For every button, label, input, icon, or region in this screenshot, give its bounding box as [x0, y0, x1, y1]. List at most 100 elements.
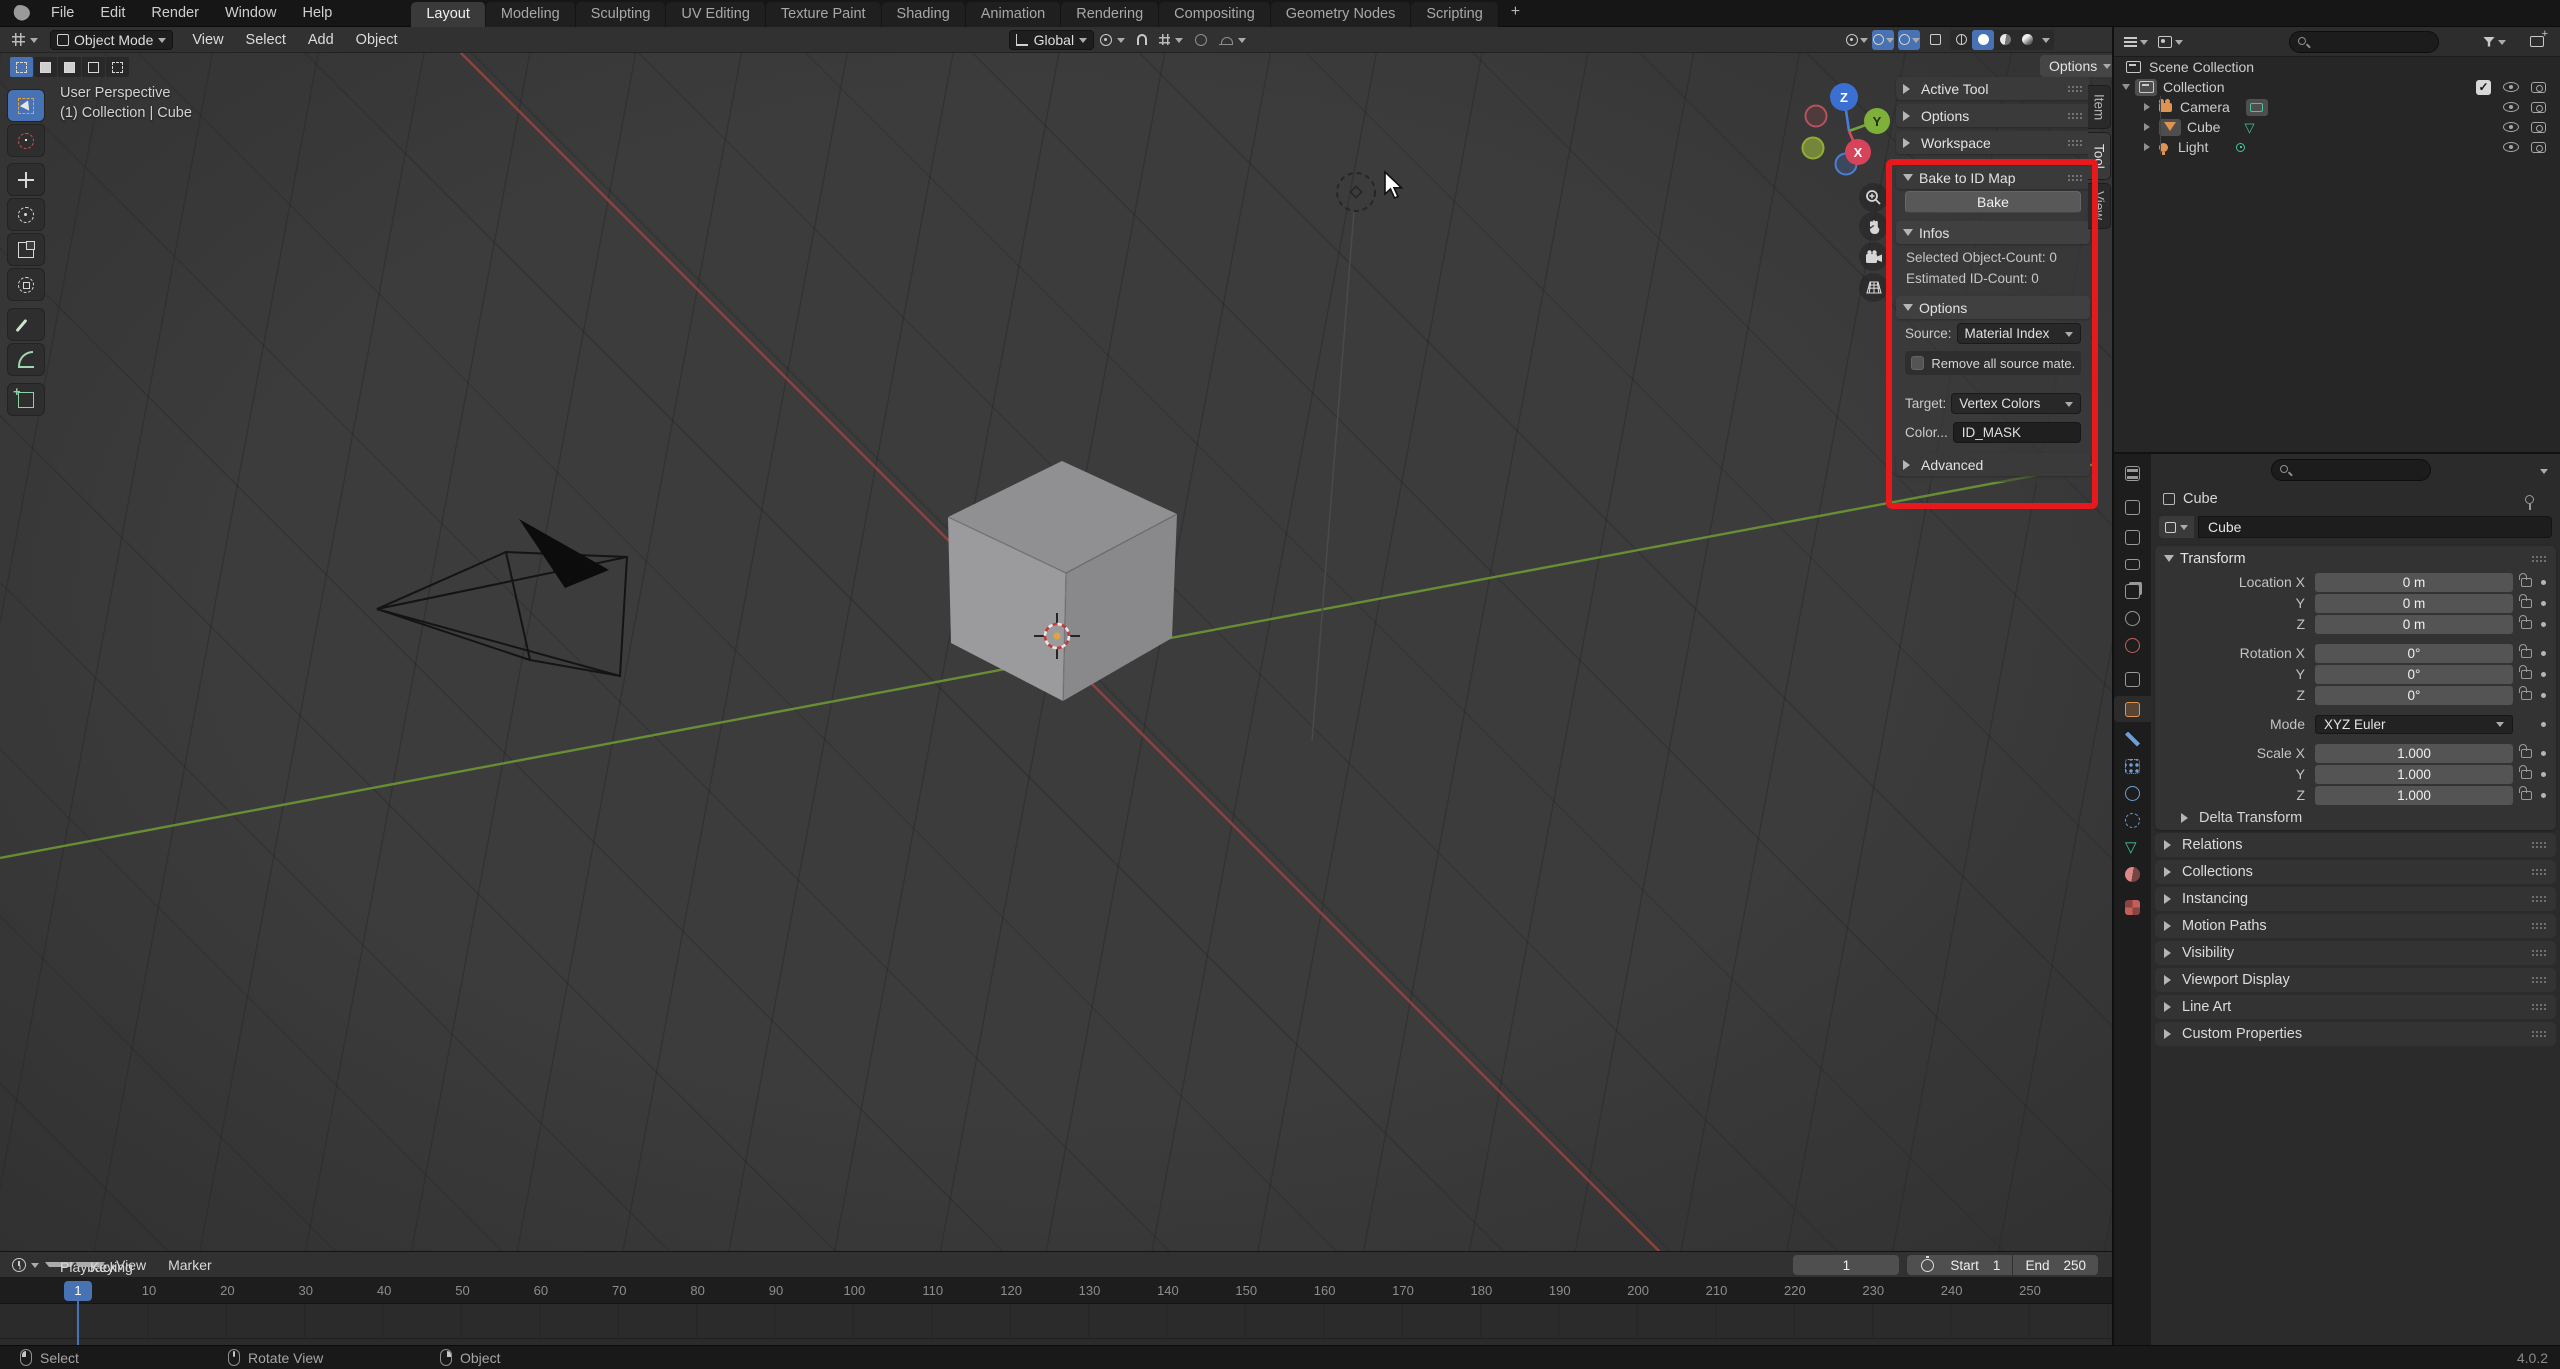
properties-collapsed-panel[interactable]: Instancing	[2155, 887, 2556, 911]
tab-world[interactable]	[2114, 632, 2151, 658]
advanced-subpanel-header[interactable]: Advanced	[1896, 453, 2090, 476]
camera-object[interactable]	[376, 519, 629, 678]
animate-dot[interactable]	[2541, 721, 2546, 727]
tab-tool[interactable]	[2114, 494, 2151, 520]
lock-icon[interactable]	[2519, 643, 2532, 658]
playhead-line[interactable]	[77, 1301, 79, 1346]
viewport-3d[interactable]: User Perspective (1) Collection | Cube O…	[0, 53, 2112, 1251]
pan-view-button[interactable]	[1859, 212, 1888, 241]
editor-type-button[interactable]	[6, 30, 44, 50]
expander-icon[interactable]	[2144, 103, 2154, 111]
animate-dot[interactable]	[2541, 621, 2546, 627]
collection-checkbox[interactable]: ✓	[2476, 79, 2491, 95]
viewport-options-button[interactable]: Options	[2040, 55, 2112, 77]
timeline-ruler[interactable]: 10 20 30 40 50 60 70 80 90 100 110 120 130 140 150 160 1…	[0, 1278, 2112, 1304]
render-visibility-icon[interactable]	[2531, 81, 2546, 93]
n-panel-tab-tool[interactable]: Tool	[2088, 132, 2111, 180]
properties-options-dropdown[interactable]	[2540, 469, 2548, 478]
lock-icon[interactable]	[2519, 664, 2532, 679]
topbar-menu-item[interactable]: Window	[212, 0, 290, 27]
properties-collapsed-panel[interactable]: Line Art	[2155, 995, 2556, 1019]
workspace-tab[interactable]: Scripting	[1411, 1, 1499, 27]
color-name-field[interactable]: ID_MASK	[1952, 422, 2081, 443]
workspace-tab[interactable]: Animation	[965, 1, 1062, 27]
delta-transform-header[interactable]: Delta Transform	[2155, 806, 2556, 830]
timeline-menu-item[interactable]: Keying	[75, 1259, 133, 1275]
properties-collapsed-panel[interactable]: Custom Properties	[2155, 1022, 2556, 1046]
eye-icon[interactable]	[2503, 122, 2519, 132]
workspace-tab[interactable]: Texture Paint	[765, 1, 882, 27]
target-dropdown[interactable]: Vertex Colors	[1951, 393, 2081, 414]
properties-collapsed-panel[interactable]: Relations	[2155, 833, 2556, 857]
camera-view-button[interactable]	[1859, 242, 1888, 271]
tab-view-layer[interactable]	[2114, 578, 2151, 604]
mode-select[interactable]: Object Mode	[50, 29, 174, 50]
animate-dot[interactable]	[2541, 750, 2546, 756]
value-field[interactable]: 1.000	[2315, 764, 2513, 784]
xray-toggle[interactable]	[1924, 30, 1946, 50]
options-subpanel-header[interactable]: Options	[1896, 296, 2090, 319]
animate-dot[interactable]	[2541, 600, 2546, 606]
tab-object[interactable]	[2114, 696, 2151, 722]
topbar-menu-item[interactable]: Render	[138, 0, 212, 27]
lock-icon[interactable]	[2519, 743, 2532, 758]
tool-measure[interactable]	[8, 344, 44, 375]
outliner-filter-button[interactable]	[2483, 35, 2506, 49]
grip-handle[interactable]	[2531, 976, 2547, 984]
tool-scale[interactable]	[8, 234, 44, 265]
grip-handle[interactable]	[2531, 554, 2547, 563]
gizmo-minus-y[interactable]	[1801, 136, 1825, 160]
value-field[interactable]: 0 m	[2315, 614, 2513, 634]
outliner-row-scene-collection[interactable]: Scene Collection	[2114, 57, 2560, 77]
grip-handle[interactable]	[2531, 1003, 2547, 1011]
select-mode-intersect[interactable]	[106, 57, 129, 77]
timeline-editor-type-button[interactable]	[6, 1255, 45, 1275]
viewport-menu-item[interactable]: Add	[297, 32, 345, 48]
outliner-row-light[interactable]: Light	[2114, 137, 2560, 157]
expander-icon[interactable]	[2122, 84, 2130, 94]
lock-icon[interactable]	[2519, 572, 2532, 587]
select-mode-extend[interactable]	[34, 57, 57, 77]
properties-collapsed-panel[interactable]: Collections	[2155, 860, 2556, 884]
outliner-display-mode[interactable]	[2124, 35, 2148, 49]
tool-select-box[interactable]	[8, 90, 44, 121]
render-visibility-icon[interactable]	[2531, 121, 2546, 133]
lock-icon[interactable]	[2519, 785, 2532, 800]
tab-constraints[interactable]	[2114, 807, 2151, 833]
bake-button[interactable]: Bake	[1905, 191, 2081, 213]
tab-texture[interactable]	[2114, 894, 2151, 920]
start-frame-field[interactable]: Start 1	[1907, 1255, 2013, 1275]
topbar-menu-item[interactable]: File	[38, 0, 87, 27]
add-workspace-button[interactable]: +	[1499, 1, 1532, 26]
shading-dropdown[interactable]	[2038, 30, 2054, 50]
timeline-track[interactable]	[0, 1304, 2112, 1339]
viewport-menu-item[interactable]: Object	[345, 32, 409, 48]
shading-wireframe-button[interactable]	[1950, 30, 1972, 50]
gizmo-minus-x[interactable]	[1804, 104, 1828, 128]
overlays-toggle[interactable]	[1898, 29, 1920, 50]
animate-dot[interactable]	[2541, 579, 2546, 585]
zoom-view-button[interactable]	[1859, 183, 1888, 212]
infos-subpanel-header[interactable]: Infos	[1896, 221, 2090, 244]
light-object[interactable]	[1311, 172, 1376, 742]
timeline-menu-item[interactable]: Playback	[45, 1259, 117, 1275]
n-panel-collapsed-header[interactable]: Workspace	[1896, 131, 2090, 154]
render-visibility-icon[interactable]	[2531, 141, 2546, 153]
viewport-menu-item[interactable]: Select	[235, 32, 297, 48]
n-panel-collapsed-header[interactable]: Active Tool	[1896, 77, 2090, 100]
eye-icon[interactable]	[2503, 142, 2519, 152]
properties-search-input[interactable]	[2271, 459, 2431, 481]
outliner-search-input[interactable]	[2289, 30, 2439, 53]
properties-collapsed-panel[interactable]: Visibility	[2155, 941, 2556, 965]
snap-toggle[interactable]	[1131, 30, 1153, 50]
transform-orientation-select[interactable]: Global	[1008, 29, 1095, 50]
transform-panel-header[interactable]: Transform	[2155, 546, 2556, 571]
tab-data[interactable]: ▽	[2114, 834, 2151, 860]
tab-material[interactable]	[2114, 861, 2151, 887]
tab-modifiers[interactable]	[2114, 726, 2151, 752]
outliner-row-cube[interactable]: Cube ▽	[2114, 117, 2560, 137]
current-frame-field[interactable]: 1	[1793, 1255, 1900, 1275]
tab-particles[interactable]	[2114, 753, 2151, 779]
tool-move[interactable]	[8, 164, 44, 195]
blender-logo-icon[interactable]	[10, 5, 30, 21]
